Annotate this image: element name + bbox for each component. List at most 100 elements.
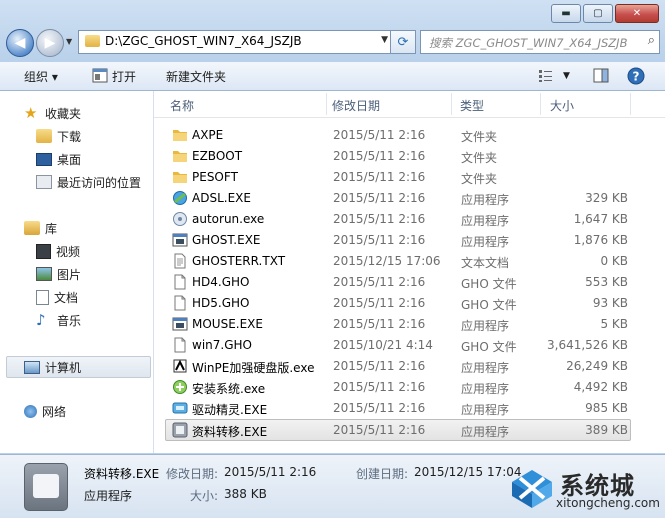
refresh-button[interactable]: ⟳ xyxy=(390,30,416,54)
blank-file-icon xyxy=(172,274,188,290)
column-divider[interactable] xyxy=(540,93,541,115)
network-exe-icon xyxy=(172,190,188,206)
text-file-icon xyxy=(172,253,188,269)
file-row[interactable]: autorun.exe 2015/5/11 2:16 应用程序 1,647 KB xyxy=(166,209,630,229)
file-size: 4,492 KB xyxy=(573,380,628,394)
sidebar-item-label: 图片 xyxy=(57,267,82,282)
document-icon xyxy=(36,289,49,305)
file-modified-date: 2015/5/11 2:16 xyxy=(333,359,426,373)
minimize-icon: ▬ xyxy=(561,8,571,19)
file-row[interactable]: 资料转移.EXE 2015/5/11 2:16 应用程序 389 KB xyxy=(165,419,631,441)
details-modified-label: 修改日期: xyxy=(166,467,219,481)
search-box[interactable]: 搜索 ZGC_GHOST_WIN7_X64_JSZJB ⌕ xyxy=(420,30,660,54)
minimize-button[interactable]: ▬ xyxy=(551,4,581,23)
close-button[interactable]: ✕ xyxy=(615,4,659,23)
close-icon: ✕ xyxy=(632,8,642,19)
sidebar-item-recent[interactable]: 最近访问的位置 xyxy=(36,172,153,192)
file-row[interactable]: 驱动精灵.EXE 2015/5/11 2:16 应用程序 985 KB xyxy=(166,398,630,418)
column-header-date[interactable]: 修改日期 xyxy=(332,97,380,114)
library-icon xyxy=(24,221,40,235)
organize-button[interactable]: 组织 ▾ xyxy=(24,68,58,85)
sidebar-item-videos[interactable]: 视频 xyxy=(36,241,153,261)
file-row[interactable]: win7.GHO 2015/10/21 4:14 GHO 文件 3,641,526 K… xyxy=(166,335,630,355)
file-modified-date: 2015/5/11 2:16 xyxy=(333,212,426,226)
file-modified-date: 2015/5/11 2:16 xyxy=(333,191,426,205)
column-header-size[interactable]: 大小 xyxy=(550,97,574,114)
file-type: 应用程序 xyxy=(461,425,510,439)
sidebar-item-music[interactable]: ♪ 音乐 xyxy=(36,310,153,330)
file-name: MOUSE.EXE xyxy=(192,317,263,331)
sidebar-item-computer[interactable]: 计算机 xyxy=(6,356,151,378)
sidebar-item-favorites[interactable]: ★ 收藏夹 xyxy=(24,103,153,123)
details-modified-value: 2015/5/11 2:16 xyxy=(224,465,317,479)
file-type: 文件夹 xyxy=(461,172,498,186)
file-row[interactable]: MOUSE.EXE 2015/5/11 2:16 应用程序 5 KB xyxy=(166,314,630,334)
app-window-icon xyxy=(172,232,188,248)
help-icon[interactable]: ? xyxy=(627,67,645,85)
forward-button[interactable]: ▶ xyxy=(36,29,64,57)
folder-icon xyxy=(172,148,188,164)
file-type: 应用程序 xyxy=(461,361,510,375)
file-modified-date: 2015/5/11 2:16 xyxy=(333,170,426,184)
details-pane: 资料转移.EXE 应用程序 修改日期: 2015/5/11 2:16 创建日期:… xyxy=(0,454,665,518)
sidebar-item-downloads[interactable]: 下载 xyxy=(36,126,153,146)
preview-pane-icon[interactable] xyxy=(593,68,609,83)
driver-icon xyxy=(172,400,188,416)
file-row[interactable]: AXPE 2015/5/11 2:16 文件夹 xyxy=(166,125,630,145)
file-name: GHOST.EXE xyxy=(192,233,261,247)
view-dropdown-icon[interactable]: ▼ xyxy=(563,71,570,81)
back-button[interactable]: ◀ xyxy=(6,29,34,57)
caption-buttons: ▬ ▢ ✕ xyxy=(549,4,659,23)
column-header-name[interactable]: 名称 xyxy=(170,97,194,114)
sidebar-item-desktop[interactable]: 桌面 xyxy=(36,149,153,169)
file-row[interactable]: GHOST.EXE 2015/5/11 2:16 应用程序 1,876 KB xyxy=(166,230,630,250)
file-modified-date: 2015/5/11 2:16 xyxy=(333,296,426,310)
column-divider[interactable] xyxy=(326,93,327,115)
column-header-type[interactable]: 类型 xyxy=(460,97,484,114)
file-type: GHO 文件 xyxy=(461,340,517,354)
open-button[interactable]: 打开 xyxy=(112,68,136,85)
download-folder-icon xyxy=(36,129,52,143)
watermark-url: xitongcheng.com xyxy=(556,496,660,510)
install-icon xyxy=(172,379,188,395)
file-modified-date: 2015/5/11 2:16 xyxy=(333,233,426,247)
file-modified-date: 2015/5/11 2:16 xyxy=(333,128,426,142)
recent-pages-dropdown[interactable]: ▼ xyxy=(66,37,72,46)
view-options-icon[interactable] xyxy=(538,68,554,83)
transfer-icon xyxy=(172,422,188,438)
new-folder-button[interactable]: 新建文件夹 xyxy=(166,68,226,85)
sidebar-item-pictures[interactable]: 图片 xyxy=(36,264,153,284)
computer-icon xyxy=(24,360,40,374)
sidebar-item-label: 音乐 xyxy=(57,313,82,328)
navigation-pane: ★ 收藏夹 下载 桌面 最近访问的位置 库 视频 图片 文档 ♪ 音乐 计算机 … xyxy=(0,91,154,453)
file-row[interactable]: GHOSTERR.TXT 2015/12/15 17:06 文本文档 0 KB xyxy=(166,251,630,271)
file-name: AXPE xyxy=(192,128,224,142)
column-divider[interactable] xyxy=(630,93,631,115)
file-type: 文件夹 xyxy=(461,151,498,165)
file-row[interactable]: ADSL.EXE 2015/5/11 2:16 应用程序 329 KB xyxy=(166,188,630,208)
address-bar[interactable]: D:\ZGC_GHOST_WIN7_X64_JSZJB ▼ xyxy=(78,30,392,54)
file-row[interactable]: HD4.GHO 2015/5/11 2:16 GHO 文件 553 KB xyxy=(166,272,630,292)
folder-icon xyxy=(172,127,188,143)
file-type: GHO 文件 xyxy=(461,298,517,312)
blank-file-icon xyxy=(172,295,188,311)
address-text: D:\ZGC_GHOST_WIN7_X64_JSZJB xyxy=(105,34,302,48)
command-bar: 组织 ▾ 打开 新建文件夹 ▼ ? xyxy=(0,62,665,91)
chevron-down-icon[interactable]: ▼ xyxy=(381,35,388,45)
sidebar-item-network[interactable]: 网络 xyxy=(24,401,153,421)
details-filename: 资料转移.EXE xyxy=(84,467,160,481)
file-type: 应用程序 xyxy=(461,403,510,417)
folder-icon xyxy=(172,169,188,185)
sidebar-item-label: 收藏夹 xyxy=(45,106,82,121)
file-row[interactable]: 安装系统.exe 2015/5/11 2:16 应用程序 4,492 KB xyxy=(166,377,630,397)
file-row[interactable]: HD5.GHO 2015/5/11 2:16 GHO 文件 93 KB xyxy=(166,293,630,313)
maximize-button[interactable]: ▢ xyxy=(583,4,613,23)
sidebar-item-documents[interactable]: 文档 xyxy=(36,287,153,307)
sidebar-item-libraries[interactable]: 库 xyxy=(24,218,153,238)
file-row[interactable]: PESOFT 2015/5/11 2:16 文件夹 xyxy=(166,167,630,187)
file-row[interactable]: WinPE加强硬盘版.exe 2015/5/11 2:16 应用程序 26,249 K… xyxy=(166,356,630,376)
sidebar-item-label: 视频 xyxy=(56,244,81,259)
column-divider[interactable] xyxy=(451,93,452,115)
file-row[interactable]: EZBOOT 2015/5/11 2:16 文件夹 xyxy=(166,146,630,166)
file-name: EZBOOT xyxy=(192,149,243,163)
